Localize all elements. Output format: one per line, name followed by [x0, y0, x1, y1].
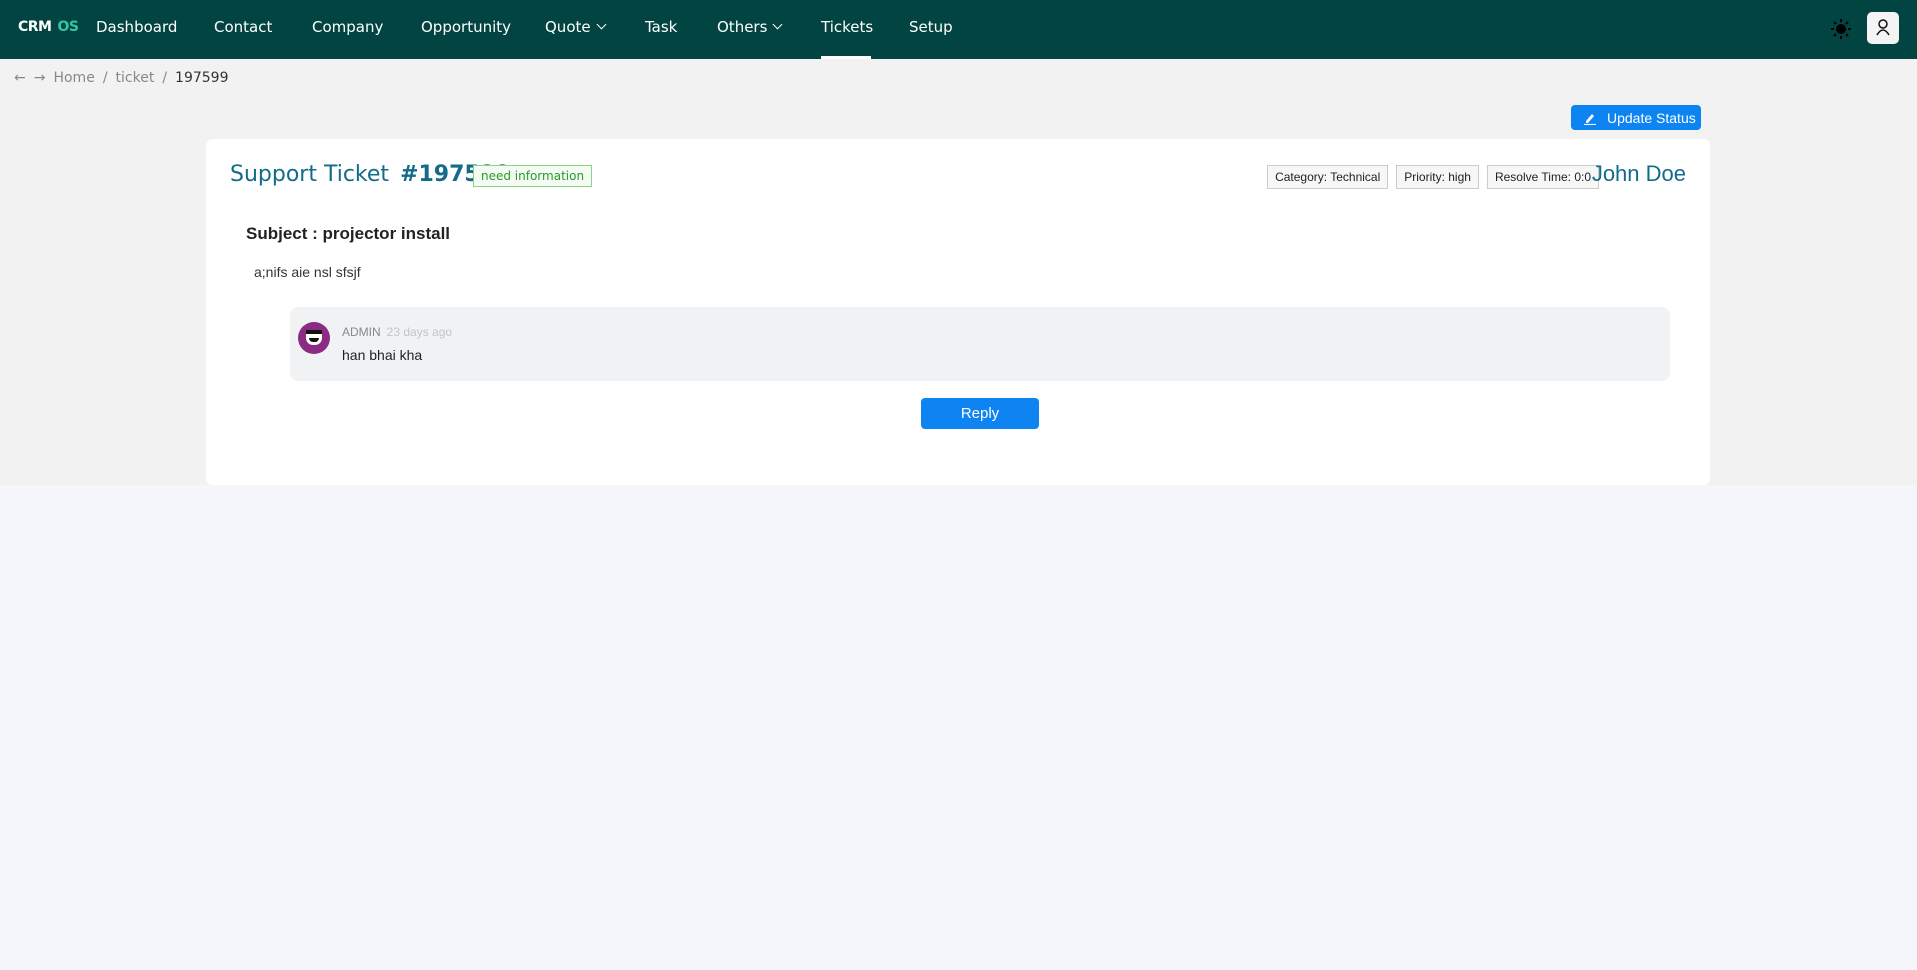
breadcrumb-current: 197599 [175, 70, 229, 86]
avatar [298, 322, 330, 354]
nav-opportunity[interactable]: Opportunity [421, 18, 511, 36]
comment-time: 23 days ago [386, 325, 453, 339]
comment-author: ADMIN [342, 325, 381, 339]
ticket-owner: John Doe [1591, 161, 1686, 186]
theme-toggle-sun-icon[interactable] [1830, 18, 1852, 40]
breadcrumb-separator: / [162, 70, 168, 86]
ticket-card: Support Ticket #197599 need information … [206, 139, 1710, 485]
nav-quote[interactable]: Quote [545, 18, 607, 36]
nav-others[interactable]: Others [717, 18, 783, 36]
update-status-button[interactable]: Update Status [1571, 105, 1701, 130]
comment-meta: ADMIN 23 days ago [342, 325, 452, 339]
breadcrumb-separator: / [102, 70, 108, 86]
reply-button[interactable]: Reply [921, 398, 1039, 429]
breadcrumb: ← → Home / ticket / 197599 [14, 70, 229, 86]
comment-text: han bhai kha [342, 347, 423, 363]
ticket-subject: Subject : projector install [246, 224, 451, 243]
nav-dashboard[interactable]: Dashboard [96, 18, 177, 36]
user-icon [1876, 19, 1890, 36]
edit-pencil-icon [1584, 113, 1596, 125]
page-title: Support Ticket #197599 [230, 162, 510, 187]
nav-task[interactable]: Task [645, 18, 677, 36]
logo[interactable]: CRM OS [18, 19, 79, 35]
logo-os: OS [57, 19, 79, 35]
category-tag: Category: Technical [1267, 165, 1389, 189]
nav-company[interactable]: Company [312, 18, 383, 36]
status-badge: need information [473, 165, 593, 187]
priority-tag: Priority: high [1396, 165, 1479, 189]
nav-setup[interactable]: Setup [909, 18, 953, 36]
user-menu-button[interactable] [1867, 12, 1899, 44]
breadcrumb-ticket[interactable]: ticket [116, 70, 155, 86]
avatar-face-icon [306, 330, 322, 345]
breadcrumb-home[interactable]: Home [53, 70, 94, 86]
ticket-body: a;nifs aie nsl sfsjf [254, 264, 361, 280]
nav-quote-label: Quote [545, 18, 591, 36]
ticket-meta-tags: Category: Technical Priority: high Resol… [1267, 165, 1599, 189]
nav-others-label: Others [717, 18, 768, 36]
ticket-title: Support Ticket [230, 162, 390, 187]
resolve-time-tag: Resolve Time: 0:0 [1486, 165, 1599, 189]
comment-item: ADMIN 23 days ago han bhai kha [290, 307, 1670, 381]
top-navbar: CRM OS Dashboard Contact Company Opportun… [0, 0, 1917, 59]
update-status-label: Update Status [1607, 109, 1696, 126]
nav-contact[interactable]: Contact [214, 18, 272, 36]
chevron-down-icon [596, 19, 607, 30]
logo-crm: CRM [18, 19, 52, 35]
back-arrow-icon[interactable]: ← [14, 70, 26, 86]
forward-arrow-icon[interactable]: → [34, 70, 46, 86]
nav-tickets[interactable]: Tickets [821, 18, 873, 36]
chevron-down-icon [772, 19, 783, 30]
